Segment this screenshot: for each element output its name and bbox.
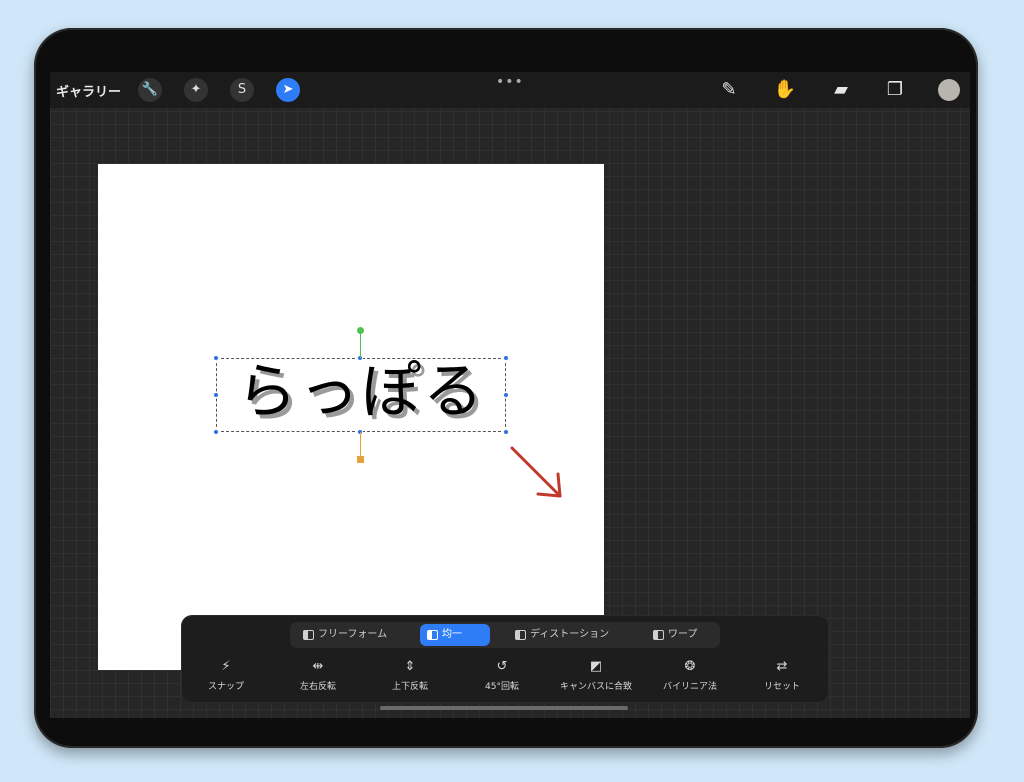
home-indicator <box>380 706 628 710</box>
more-options-icon[interactable]: ••• <box>496 74 524 90</box>
procreate-screen: ギャラリー 🔧 ✦ S ➤ ••• ✎ ✋ ▰ ❐ らっぽる フリーフォーム 均… <box>50 72 970 718</box>
transform-mode-selector: フリーフォーム 均一 ディストーション ワープ <box>290 622 720 648</box>
brush-icon[interactable]: ✎ <box>716 77 742 103</box>
transform-arrow-icon[interactable]: ➤ <box>276 78 300 102</box>
mode-distortion[interactable]: ディストーション <box>508 624 628 646</box>
adjust-guide-line <box>360 432 361 458</box>
layers-icon[interactable]: ❐ <box>882 77 908 103</box>
mode-warp-label: ワープ <box>668 629 698 640</box>
handle-bottom-right[interactable] <box>503 429 509 435</box>
smudge-icon[interactable]: ✋ <box>772 77 798 103</box>
handle-top-left[interactable] <box>213 355 219 361</box>
gallery-button[interactable]: ギャラリー <box>56 81 121 100</box>
uniform-icon <box>427 630 438 640</box>
handle-middle-right[interactable] <box>503 392 509 398</box>
freeform-icon <box>303 630 314 640</box>
snap-button[interactable]: ⚡ スナップ <box>186 659 266 693</box>
handle-bottom-left[interactable] <box>213 429 219 435</box>
fit-to-canvas-label: キャンバスに合致 <box>559 682 632 692</box>
wrench-icon[interactable]: 🔧 <box>138 78 162 102</box>
flip-vertical-button[interactable]: ⇕ 上下反転 <box>370 659 450 693</box>
snap-label: スナップ <box>207 682 244 692</box>
flip-horizontal-button[interactable]: ⇹ 左右反転 <box>278 659 358 693</box>
mode-warp[interactable]: ワープ <box>646 624 716 646</box>
fit-to-canvas-icon: ◩ <box>589 659 603 674</box>
transform-panel: フリーフォーム 均一 ディストーション ワープ ⚡ スナップ ⇹ 左右反転 ⇕ … <box>182 616 828 702</box>
flip-vertical-icon: ⇕ <box>404 659 416 674</box>
annotation-arrow-icon <box>510 446 562 498</box>
magic-wand-icon[interactable]: ✦ <box>184 78 208 102</box>
top-toolbar: ギャラリー 🔧 ✦ S ➤ ••• ✎ ✋ ▰ ❐ <box>50 72 970 108</box>
rotation-guide-line <box>360 330 361 358</box>
mode-freeform-label: フリーフォーム <box>318 629 388 640</box>
flip-horizontal-icon: ⇹ <box>312 659 324 674</box>
bilinear-label: バイリニア法 <box>662 682 717 692</box>
snap-icon: ⚡ <box>221 659 231 674</box>
flip-horizontal-label: 左右反転 <box>299 682 336 692</box>
mode-uniform[interactable]: 均一 <box>420 624 490 646</box>
rotation-handle[interactable] <box>357 327 364 334</box>
mode-distortion-label: ディストーション <box>530 629 610 640</box>
reset-icon: ⇄ <box>776 659 788 674</box>
reset-label: リセット <box>763 682 800 692</box>
transform-bounding-box[interactable] <box>216 358 506 432</box>
distortion-icon <box>515 630 526 640</box>
selection-s-icon[interactable]: S <box>230 78 254 102</box>
rotate-45-button[interactable]: ↺ 45°回転 <box>462 659 542 693</box>
warp-icon <box>653 630 664 640</box>
eraser-icon[interactable]: ▰ <box>828 77 854 103</box>
transform-actions: ⚡ スナップ ⇹ 左右反転 ⇕ 上下反転 ↺ 45°回転 ◩ キャンバスに合致 … <box>182 660 828 700</box>
mode-uniform-label: 均一 <box>442 629 462 640</box>
bilinear-icon: ❂ <box>684 659 696 674</box>
flip-vertical-label: 上下反転 <box>391 682 428 692</box>
mode-freeform[interactable]: フリーフォーム <box>296 624 414 646</box>
adjust-handle[interactable] <box>357 456 364 463</box>
handle-top-right[interactable] <box>503 355 509 361</box>
reset-button[interactable]: ⇄ リセット <box>742 659 822 693</box>
bilinear-button[interactable]: ❂ バイリニア法 <box>650 659 730 693</box>
color-swatch[interactable] <box>938 79 960 101</box>
handle-middle-left[interactable] <box>213 392 219 398</box>
rotate-icon: ↺ <box>496 659 508 674</box>
fit-to-canvas-button[interactable]: ◩ キャンバスに合致 <box>556 659 636 693</box>
rotate-45-label: 45°回転 <box>485 682 519 692</box>
